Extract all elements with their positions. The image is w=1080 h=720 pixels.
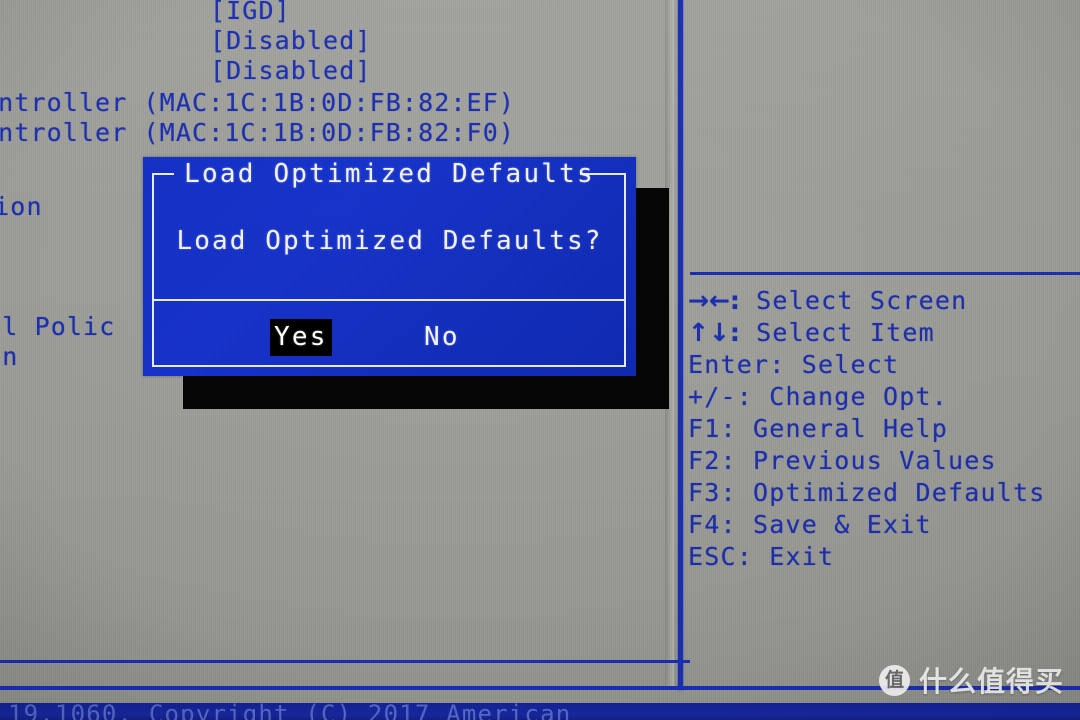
help-label: Optimized Defaults <box>753 478 1046 507</box>
help-row: F1: General Help <box>688 413 1046 445</box>
watermark-text: 什么值得买 <box>918 665 1064 698</box>
dialog-yes-button[interactable]: Yes <box>270 319 332 356</box>
network-controller-mac-lines: ontroller (MAC:1C:1B:0D:FB:82:EF) ontrol… <box>0 88 515 147</box>
dialog-separator <box>154 299 624 301</box>
help-label: General Help <box>753 414 949 443</box>
settings-values-column: [IGD] [Disabled] [Disabled] <box>210 0 372 85</box>
smzdm-logo-icon: 值 <box>878 664 910 696</box>
help-row: F3: Optimized Defaults <box>688 477 1046 509</box>
help-row: F2: Previous Values <box>688 445 1046 477</box>
help-label: Save & Exit <box>753 510 932 539</box>
help-label: Exit <box>769 542 835 571</box>
help-key: F1: <box>688 414 737 443</box>
help-row: F4: Save & Exit <box>688 509 1046 541</box>
help-row: ↑↓: Select Item <box>688 317 1046 349</box>
help-pane-divider <box>690 272 1080 275</box>
help-label: Select <box>801 350 900 379</box>
help-key: ESC: <box>688 542 754 571</box>
help-label: Change Opt. <box>769 382 949 411</box>
vertical-pane-divider <box>678 0 683 690</box>
clipped-option-label-1: tion <box>0 192 43 221</box>
help-key: +/-: <box>688 382 754 411</box>
help-label: Previous Values <box>753 446 997 475</box>
help-row: ESC: Exit <box>688 541 1046 573</box>
help-key: Enter: <box>688 350 786 379</box>
help-key: F4: <box>688 510 737 539</box>
footer-rule-secondary <box>0 660 690 663</box>
footer-copyright: 19.1060. Copyright (C) 2017 American <box>8 703 572 720</box>
dialog-no-button[interactable]: No <box>420 319 464 356</box>
help-row: →←: Select Screen <box>688 285 1046 317</box>
watermark: 值 什么值得买 <box>878 660 1064 700</box>
help-row: Enter: Select <box>688 349 1046 381</box>
dialog-button-row: Yes No <box>154 313 624 361</box>
dialog-message: Load Optimized Defaults? <box>176 226 603 256</box>
help-row: +/-: Change Opt. <box>688 381 1046 413</box>
dialog-title: Load Optimized Defaults <box>184 159 595 189</box>
arrow-left-right-icon: →←: <box>688 286 740 315</box>
clipped-option-label-2: col Polic ion <box>0 312 116 371</box>
arrow-up-down-icon: ↑↓: <box>688 318 740 347</box>
help-key: F2: <box>688 446 737 475</box>
help-label: Select Screen <box>756 286 968 315</box>
help-label: Select Item <box>756 318 935 347</box>
load-optimized-defaults-dialog: Load Optimized Defaults Load Optimized D… <box>143 157 636 376</box>
help-key: F3: <box>688 478 737 507</box>
keyboard-help-list: →←: Select Screen ↑↓: Select Item Enter:… <box>688 285 1046 573</box>
bios-screen: [IGD] [Disabled] [Disabled] ontroller (M… <box>0 0 1080 720</box>
